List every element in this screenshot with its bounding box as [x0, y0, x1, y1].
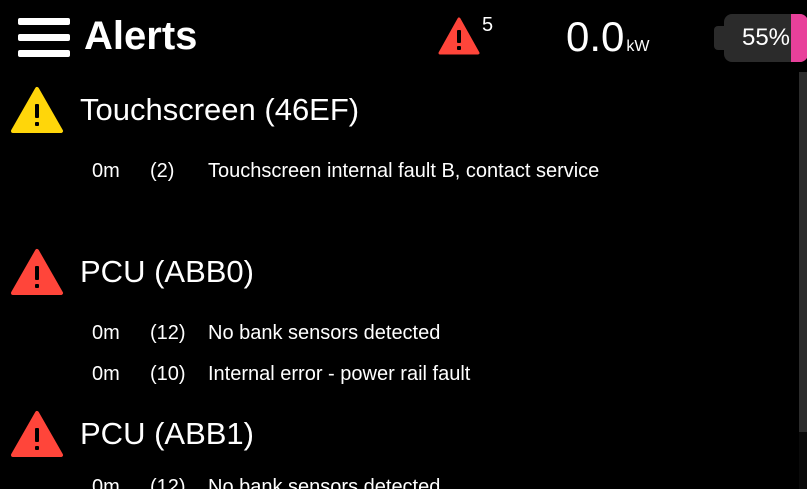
alert-message: No bank sensors detected	[208, 322, 441, 344]
menu-bar	[18, 34, 70, 41]
alert-age: 0m	[92, 160, 120, 182]
page-title: Alerts	[84, 14, 198, 58]
power-unit: kW	[626, 38, 650, 55]
warning-triangle-red-icon	[11, 411, 63, 457]
alert-age: 0m	[92, 476, 120, 489]
scrollbar-thumb[interactable]	[799, 72, 807, 432]
menu-bar	[18, 50, 70, 57]
alert-message: Touchscreen internal fault B, contact se…	[208, 160, 600, 182]
scrollbar[interactable]	[799, 72, 807, 489]
alert-age: 0m	[92, 363, 120, 385]
alert-code: (12)	[150, 476, 186, 489]
header-bar: Alerts 5 0.0 kW 55%	[0, 0, 807, 72]
warning-triangle-yellow-icon	[11, 87, 63, 133]
alert-group-title: PCU (ABB1)	[80, 416, 254, 451]
alert-code: (12)	[150, 322, 186, 344]
alert-message: Internal error - power rail fault	[208, 363, 471, 385]
power-value: 0.0	[566, 13, 625, 60]
menu-bar	[18, 18, 70, 25]
warning-triangle-red-icon	[11, 249, 63, 295]
alert-code: (2)	[150, 160, 175, 182]
alert-age: 0m	[92, 322, 120, 344]
alert-group-title: Touchscreen (46EF)	[80, 92, 360, 127]
alert-code: (10)	[150, 363, 186, 385]
header-alerts-button[interactable]: 5	[438, 12, 498, 60]
menu-icon[interactable]	[18, 18, 72, 58]
alert-count-badge: 5	[482, 14, 494, 36]
power-readout: 0.0 kW	[566, 12, 650, 62]
warning-triangle-red-icon	[438, 17, 480, 55]
alert-group-title: PCU (ABB0)	[80, 254, 254, 289]
battery-indicator[interactable]: 55%	[714, 14, 807, 62]
alerts-screen: Alerts 5 0.0 kW 55% Touchscreen (46EF) 0m (…	[0, 0, 807, 489]
battery-body: 55%	[724, 14, 807, 62]
alert-message: No bank sensors detected	[208, 476, 441, 489]
battery-percent: 55%	[741, 24, 791, 51]
